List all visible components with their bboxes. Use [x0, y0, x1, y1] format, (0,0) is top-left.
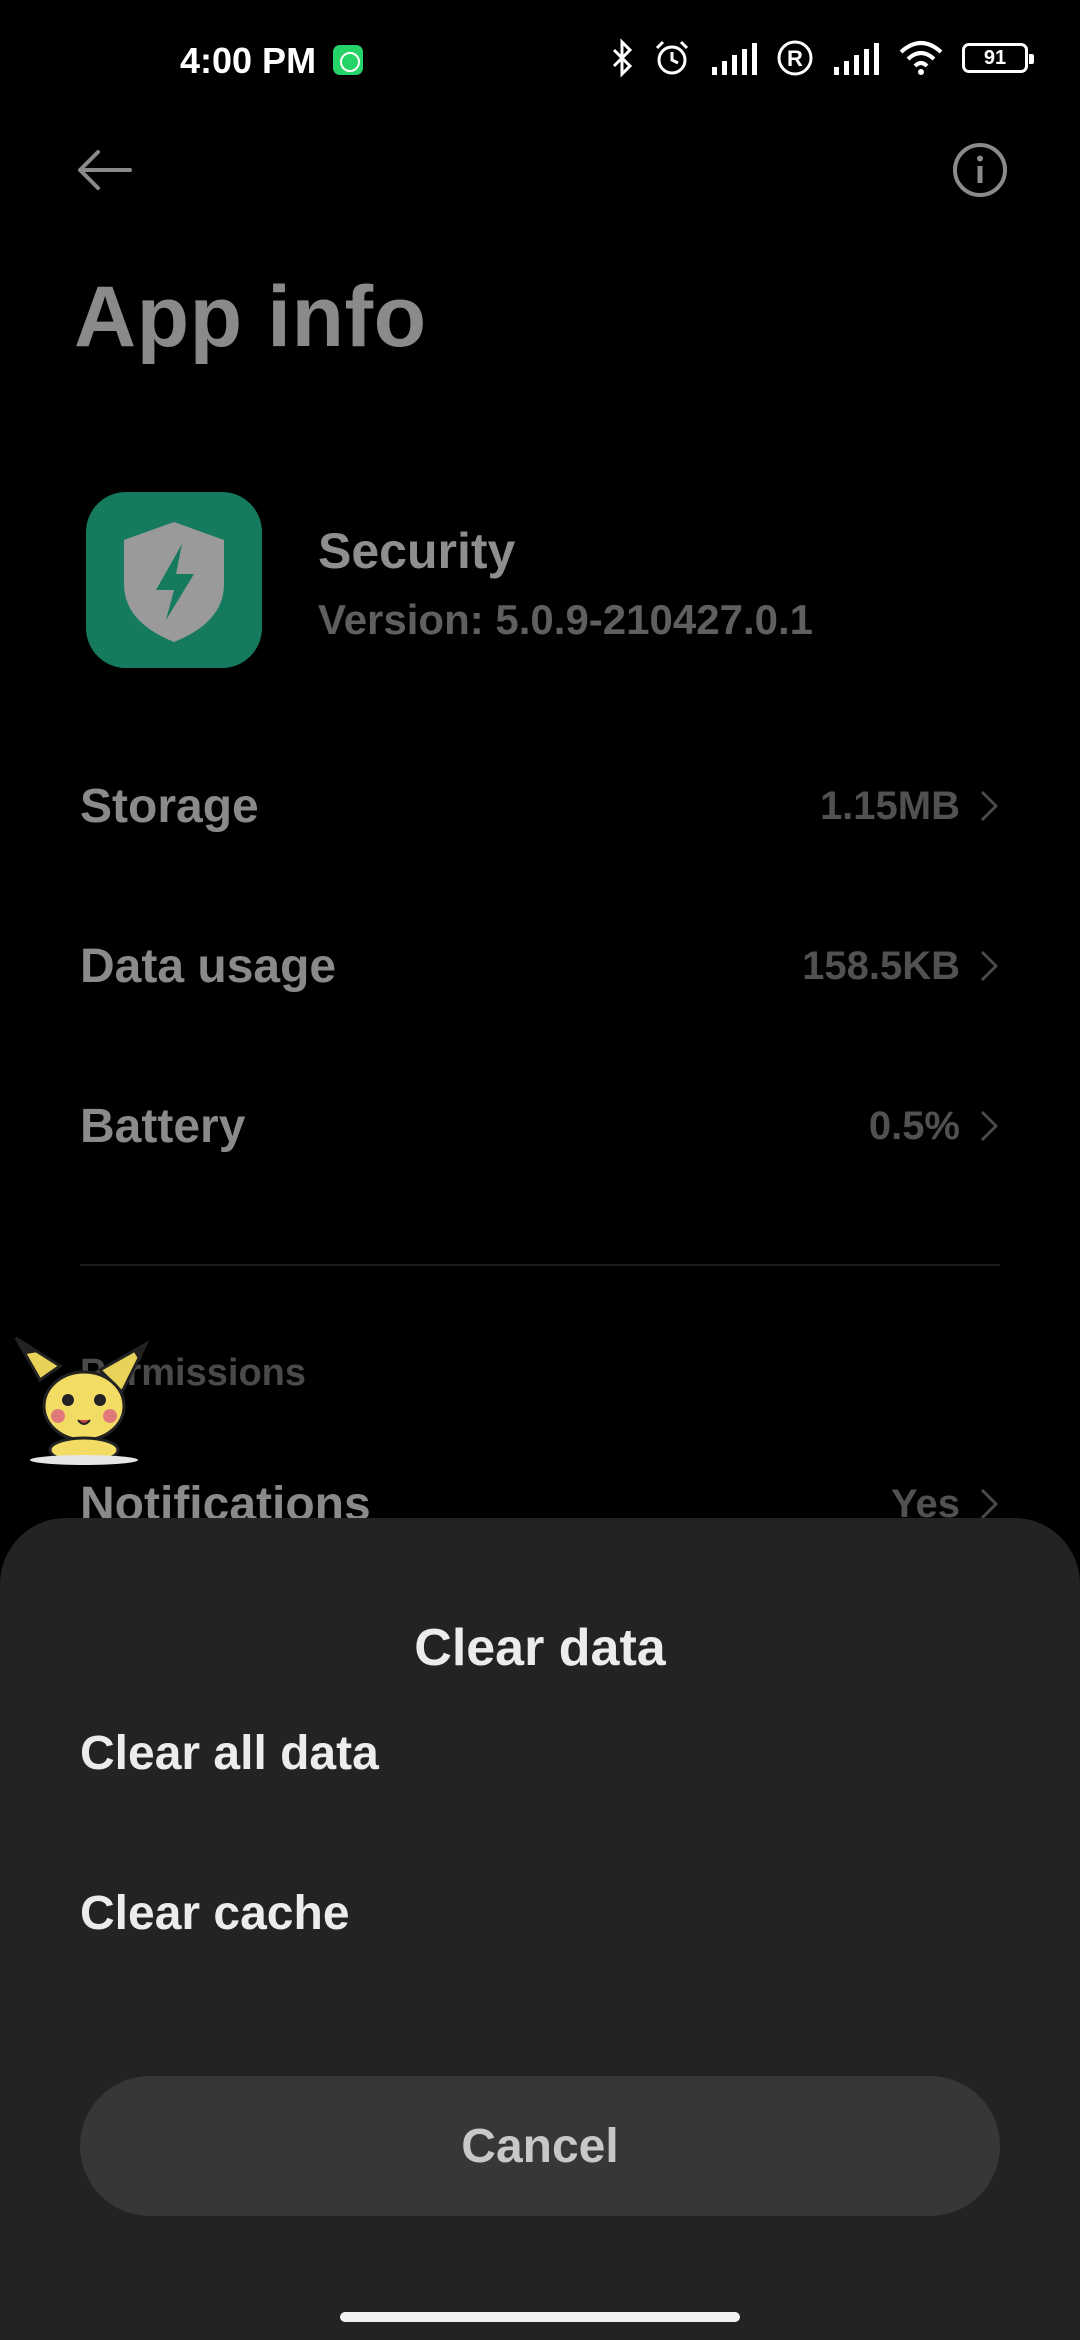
- page-title: App info: [74, 269, 427, 365]
- battery-icon: 91: [962, 43, 1034, 73]
- clear-cache-option[interactable]: Clear cache: [80, 1858, 1000, 1968]
- divider: [80, 1264, 1000, 1266]
- row-value: 158.5KB: [802, 943, 960, 988]
- status-bar: 4:00 PM R 91: [0, 0, 1080, 120]
- chevron-right-icon: [980, 790, 999, 822]
- signal-icon: [712, 43, 757, 75]
- row-label: Storage: [80, 779, 259, 833]
- chevron-right-icon: [980, 950, 999, 982]
- row-value: 0.5%: [868, 1103, 960, 1148]
- storage-row[interactable]: Storage 1.15MB: [80, 756, 1000, 856]
- battery-level: 91: [983, 46, 1007, 69]
- shield-lightning-icon: [124, 522, 224, 642]
- back-button[interactable]: [70, 140, 146, 200]
- app-name: Security: [318, 523, 516, 579]
- info-button[interactable]: [950, 140, 1010, 200]
- back-arrow-icon: [78, 150, 132, 190]
- row-label: Battery: [80, 1099, 246, 1153]
- sheet-title: Clear data: [414, 1619, 666, 1677]
- bluetooth-icon: [612, 38, 633, 78]
- chevron-right-icon: [980, 1110, 999, 1142]
- alarm-icon: [655, 40, 689, 75]
- data-usage-row[interactable]: Data usage 158.5KB: [80, 916, 1000, 1016]
- whatsapp-icon: [333, 45, 363, 75]
- clear-all-data-option[interactable]: Clear all data: [80, 1698, 1000, 1808]
- info-icon: [953, 143, 1007, 197]
- roaming-icon: R: [777, 40, 813, 76]
- svg-text:R: R: [787, 46, 803, 71]
- status-icons: R 91: [610, 36, 1034, 80]
- row-value: 1.15MB: [819, 783, 960, 828]
- signal-icon: [834, 43, 879, 75]
- battery-row[interactable]: Battery 0.5%: [80, 1076, 1000, 1176]
- chevron-right-icon: [980, 1488, 999, 1520]
- clear-data-sheet: Clear data Clear all data Clear cache Ca…: [0, 1518, 1080, 2340]
- wifi-icon: [899, 41, 943, 75]
- cancel-button[interactable]: Cancel: [80, 2076, 1000, 2216]
- app-version: Version: 5.0.9-210427.0.1: [318, 596, 813, 643]
- pichu-sticker-icon[interactable]: [10, 1336, 150, 1466]
- status-time: 4:00 PM: [180, 40, 317, 81]
- app-icon: [86, 492, 262, 668]
- row-label: Data usage: [80, 939, 337, 993]
- home-indicator[interactable]: [340, 2312, 740, 2322]
